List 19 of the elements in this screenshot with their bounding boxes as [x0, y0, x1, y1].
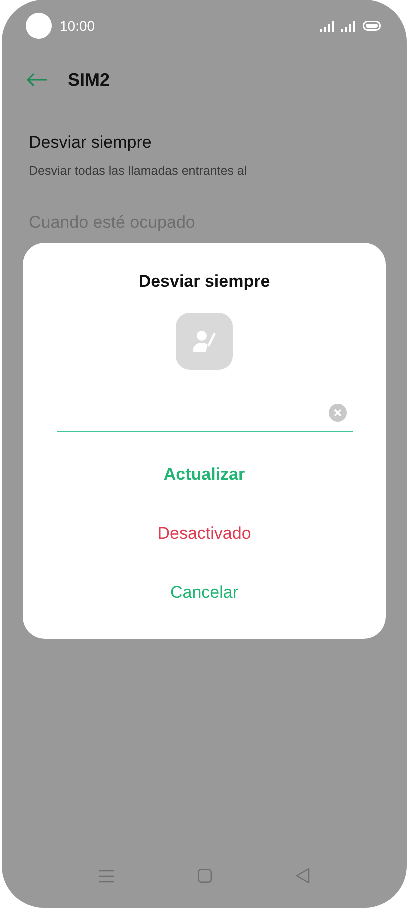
home-icon[interactable]: [198, 869, 212, 883]
setting-title[interactable]: Desviar siempre: [29, 130, 380, 156]
menu-icon[interactable]: [99, 870, 114, 882]
camera-cutout: [26, 13, 52, 39]
dialog-button[interactable]: Actualizar: [154, 460, 256, 488]
setting-subtitle: Desviar todas las llamadas entrantes al: [29, 162, 248, 180]
dialog-button[interactable]: Cancelar: [160, 578, 249, 606]
back-icon[interactable]: [296, 868, 310, 884]
contact-picker-button[interactable]: [176, 312, 233, 370]
contact-edit-icon: [192, 329, 218, 353]
status-time: 10:00: [60, 16, 96, 36]
signal-icon: [320, 20, 336, 32]
signal-icon: [341, 20, 357, 32]
page-title: SIM2: [68, 68, 110, 92]
back-arrow-icon[interactable]: [26, 73, 48, 87]
dialog-button[interactable]: Desactivado: [148, 518, 262, 548]
battery-icon: [363, 21, 381, 31]
dialog-title: Desviar siempre: [138, 271, 270, 293]
clear-icon[interactable]: [328, 404, 346, 422]
